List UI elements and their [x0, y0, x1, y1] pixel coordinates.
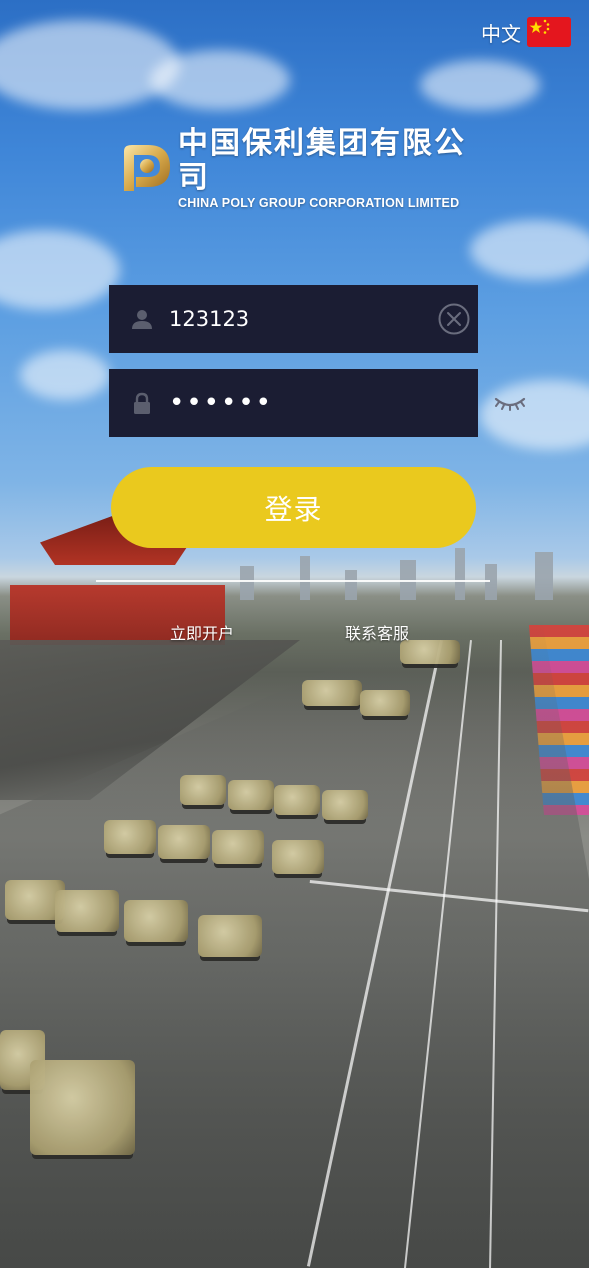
clear-circle-icon [438, 303, 470, 335]
contact-support-link[interactable]: 联系客服 [345, 620, 409, 644]
username-input[interactable] [169, 299, 437, 339]
password-field [109, 369, 526, 437]
user-icon [132, 310, 152, 329]
language-label: 中文 [481, 21, 521, 46]
register-link[interactable]: 立即开户 [170, 620, 234, 644]
company-name-en: CHINA POLY GROUP CORPORATION LIMITED [178, 196, 460, 210]
language-switcher[interactable]: 中文 [481, 17, 571, 47]
login-screen: 中文 中国保利集团有限公司 CHINA POLY GROUP CORPORATI… [0, 0, 589, 1268]
company-name-cn: 中国保利集团有限公司 [178, 126, 466, 195]
username-field [109, 285, 478, 353]
login-button[interactable]: 登录 [111, 467, 476, 548]
toggle-password-visibility-button[interactable] [493, 386, 527, 420]
poly-logo-icon [124, 145, 170, 191]
lock-icon [134, 392, 150, 414]
divider [96, 580, 490, 582]
company-logo: 中国保利集团有限公司 CHINA POLY GROUP CORPORATION … [118, 127, 473, 210]
china-flag-icon [527, 17, 571, 47]
password-input[interactable] [169, 383, 493, 423]
clear-username-button[interactable] [437, 302, 471, 336]
eye-closed-icon [494, 397, 526, 411]
